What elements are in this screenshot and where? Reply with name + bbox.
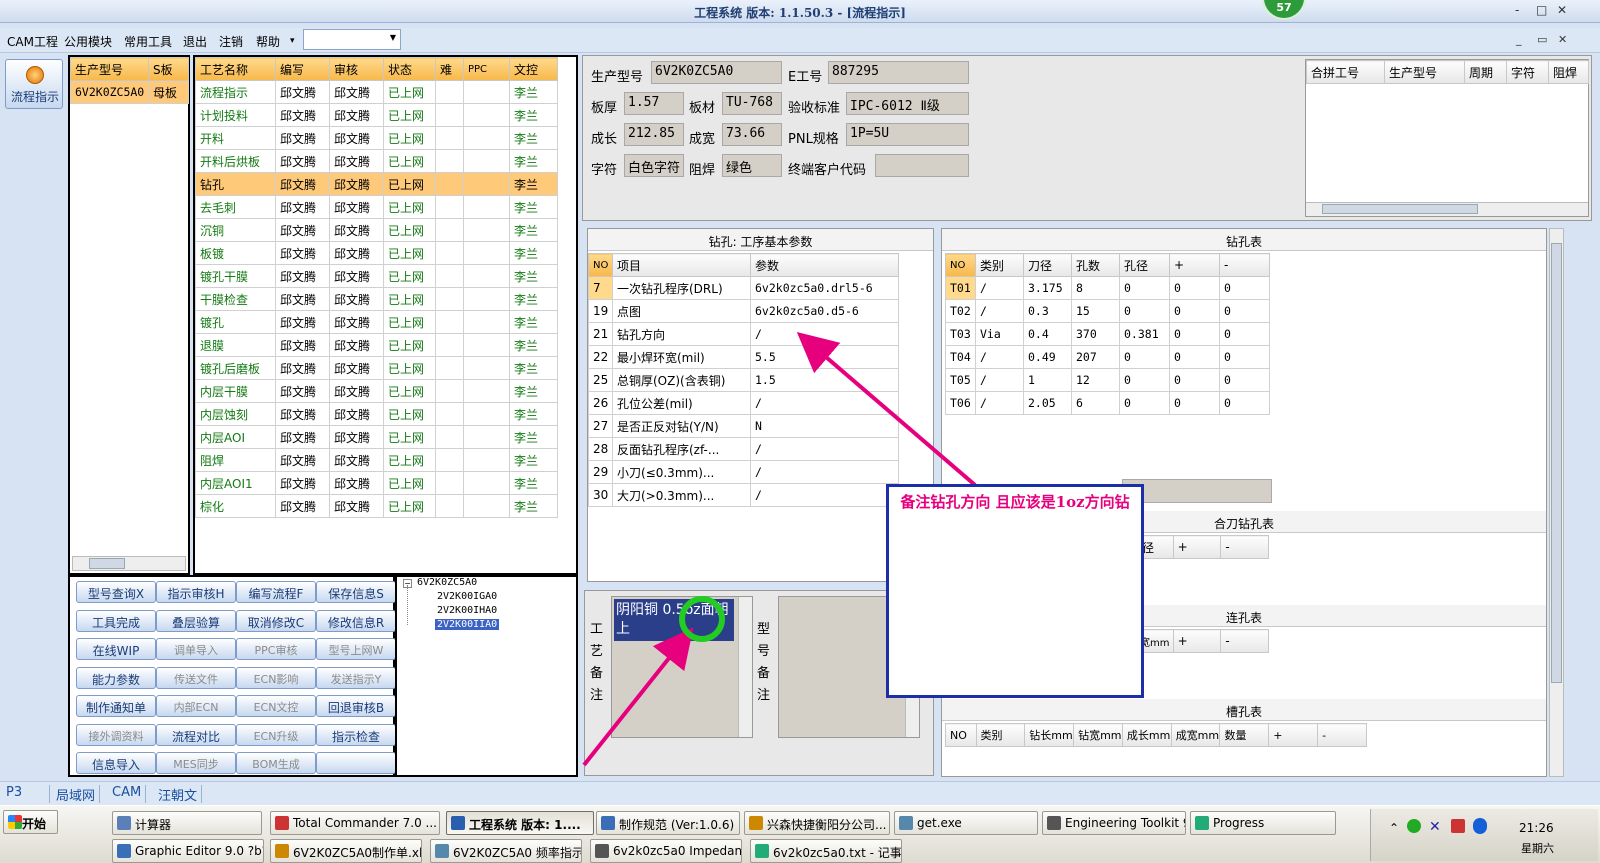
taskbar-item[interactable]: Engineering Toolkit 9.0... bbox=[1042, 811, 1186, 835]
bluetooth-icon[interactable] bbox=[1473, 818, 1487, 834]
taskbar-item[interactable]: 6V2K0ZC5A0制作单.xls bbox=[270, 839, 422, 863]
status-page[interactable]: P3 bbox=[2, 785, 50, 803]
status-bar: P3 局域网 CAM 汪朝文 bbox=[0, 781, 1600, 805]
taskbar-item[interactable]: 6v2k0zc5a0 Impedance... bbox=[590, 839, 742, 863]
clock[interactable]: 21:26 bbox=[1519, 821, 1554, 835]
taskbar-item[interactable]: 6V2K0ZC5A0 频率指示... bbox=[430, 839, 582, 863]
annotation-text: 备注钻孔方向 且应该是1oz方向钻 bbox=[900, 493, 1130, 511]
annotation-box: 备注钻孔方向 且应该是1oz方向钻 bbox=[886, 484, 1144, 698]
tool-icon[interactable]: ✕ bbox=[1429, 819, 1441, 835]
tray-expand-icon[interactable]: ⌃ bbox=[1389, 821, 1399, 835]
annotation-arrow bbox=[796, 331, 977, 487]
taskbar-item[interactable]: 制作规范 (Ver:1.0.6) bbox=[596, 811, 740, 835]
network-icon[interactable] bbox=[1407, 819, 1421, 833]
highlight-circle bbox=[679, 596, 725, 642]
annotation-overlay bbox=[582, 331, 977, 767]
app-icon[interactable] bbox=[1451, 819, 1465, 833]
system-tray: 21:26 星期六 ⌃ ✕ bbox=[1370, 809, 1598, 861]
taskbar-item[interactable]: Total Commander 7.0 ... bbox=[270, 811, 440, 835]
taskbar-item[interactable]: get.exe bbox=[894, 811, 1038, 835]
taskbar-item[interactable]: 兴森快捷衡阳分公司... bbox=[744, 811, 890, 835]
taskbar-item[interactable]: 工程系统 版本: 1.... bbox=[446, 811, 594, 835]
start-button[interactable]: 开始 bbox=[3, 810, 58, 834]
taskbar-item[interactable]: 计算器 bbox=[112, 811, 262, 835]
taskbar-item[interactable]: Graphic Editor 9.0 ?b?2 (0... bbox=[112, 839, 264, 863]
status-lan[interactable]: 局域网 bbox=[52, 785, 101, 804]
taskbar: 开始 计算器 Total Commander 7.0 ... 工程系统 版本: 1.… bbox=[0, 805, 1600, 863]
status-user[interactable]: 汪朝文 bbox=[154, 785, 203, 804]
taskbar-item[interactable]: 6v2k0zc5a0.txt - 记事本 bbox=[750, 839, 902, 863]
annotation-arrow bbox=[582, 627, 694, 767]
weekday: 星期六 bbox=[1521, 842, 1554, 855]
taskbar-item[interactable]: Progress bbox=[1190, 811, 1336, 835]
status-cam[interactable]: CAM bbox=[108, 785, 147, 803]
